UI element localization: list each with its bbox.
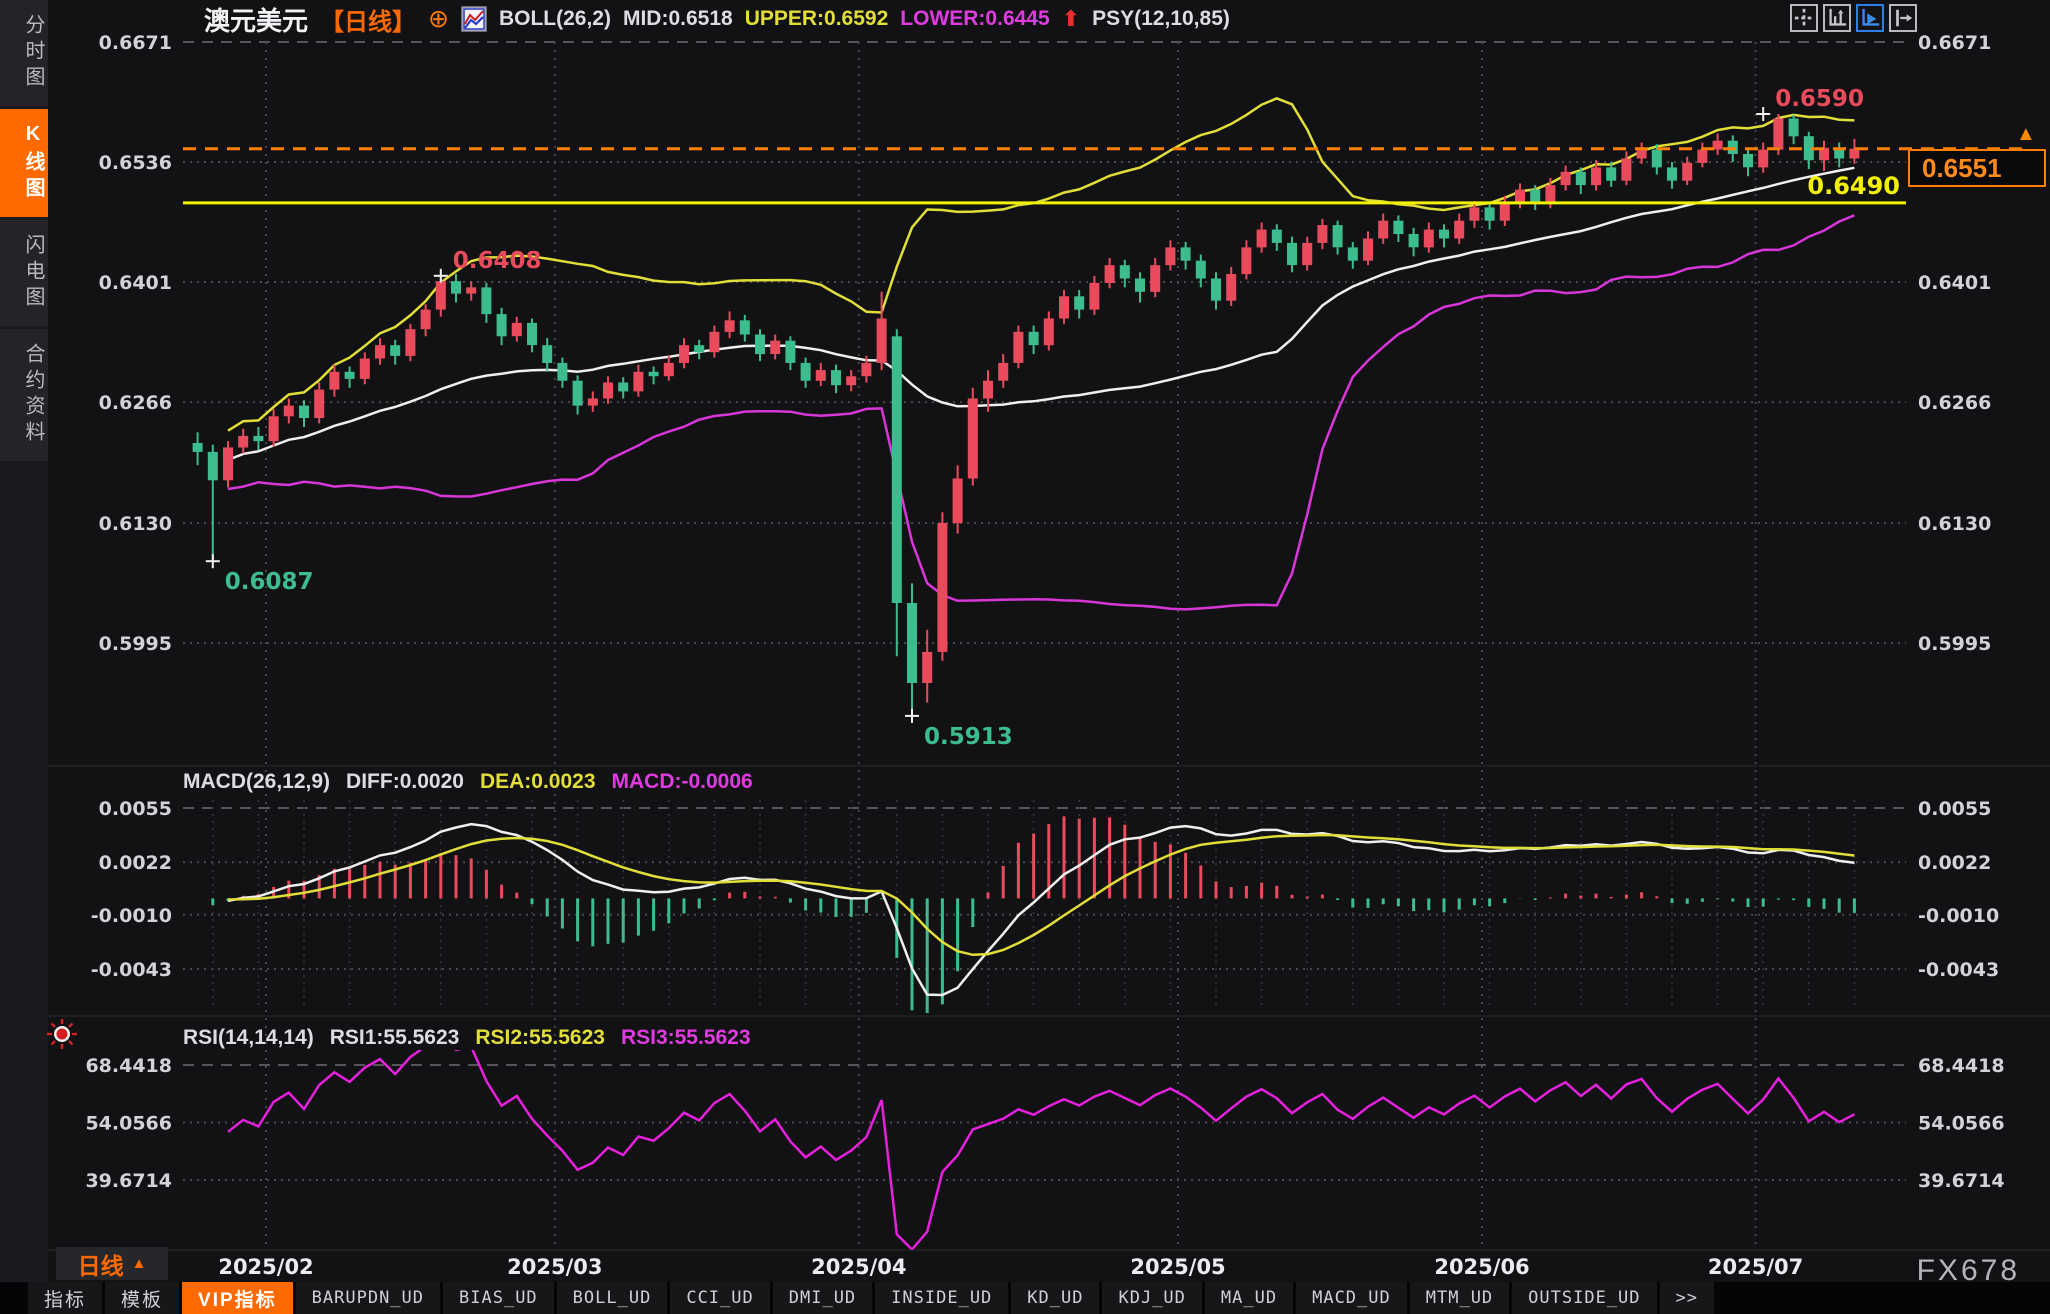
svg-text:2025/03: 2025/03 xyxy=(507,1255,602,1279)
chart-type-sidebar: 分时图K线图闪电图合约资料 xyxy=(0,0,48,1282)
period-selector-label: 日线 xyxy=(78,1247,124,1281)
svg-text:0.5913: 0.5913 xyxy=(924,724,1013,750)
tab-dmiud[interactable]: DMI_UD xyxy=(773,1282,875,1314)
tab-vip[interactable]: VIP指标 xyxy=(182,1282,296,1314)
rsi3-value: RSI3:55.5623 xyxy=(621,1026,751,1052)
svg-text:-0.0010: -0.0010 xyxy=(91,905,172,927)
tab-kdud[interactable]: KD_UD xyxy=(1011,1282,1102,1314)
svg-text:0.0022: 0.0022 xyxy=(1918,852,1991,874)
sidebar-item-3[interactable]: 闪电图 xyxy=(0,220,48,326)
macd-label: MACD(26,12,9) xyxy=(183,770,330,796)
tab-[interactable]: 指标 xyxy=(28,1282,105,1314)
svg-text:2025/07: 2025/07 xyxy=(1708,1255,1803,1279)
tab-[interactable]: >> xyxy=(1660,1282,1717,1314)
tab-bollud[interactable]: BOLL_UD xyxy=(557,1282,671,1314)
period-tag: 【日线】 xyxy=(320,2,416,37)
boll-label: BOLL(26,2) xyxy=(499,7,611,31)
sidebar-item-2[interactable]: K线图 xyxy=(0,109,48,217)
svg-text:0.6401: 0.6401 xyxy=(99,272,172,294)
pan-right-button[interactable] xyxy=(1889,4,1917,32)
svg-text:0.0022: 0.0022 xyxy=(99,852,172,874)
svg-text:2025/05: 2025/05 xyxy=(1130,1255,1225,1279)
svg-text:2025/06: 2025/06 xyxy=(1434,1255,1529,1279)
svg-text:0.6130: 0.6130 xyxy=(99,513,172,535)
tab-biasud[interactable]: BIAS_UD xyxy=(443,1282,557,1314)
rsi1-value: RSI1:55.5623 xyxy=(330,1026,460,1052)
boll-lower-value: LOWER:0.6445 xyxy=(900,7,1049,31)
svg-text:0.6130: 0.6130 xyxy=(1918,513,1991,535)
watermark: FX678 xyxy=(1917,1254,2020,1288)
svg-text:0.5995: 0.5995 xyxy=(99,633,172,655)
svg-text:54.0566: 54.0566 xyxy=(85,1113,172,1135)
period-selector-arrow-icon: ▲ xyxy=(132,1255,147,1272)
svg-text:0.6087: 0.6087 xyxy=(225,569,314,595)
psy-label: PSY(12,10,85) xyxy=(1092,7,1230,31)
tab-macdud[interactable]: MACD_UD xyxy=(1296,1282,1410,1314)
svg-text:39.6714: 39.6714 xyxy=(1918,1170,2005,1192)
macd-dea-value: DEA:0.0023 xyxy=(480,770,596,796)
sidebar-item-1[interactable]: 分时图 xyxy=(0,0,48,106)
rsi-pane-header: RSI(14,14,14) RSI1:55.5623 RSI2:55.5623 … xyxy=(183,1026,751,1052)
sidebar-item-4[interactable]: 合约资料 xyxy=(0,329,48,461)
svg-text:39.6714: 39.6714 xyxy=(85,1170,172,1192)
svg-text:68.4418: 68.4418 xyxy=(1918,1055,2005,1077)
svg-text:2025/02: 2025/02 xyxy=(218,1255,313,1279)
svg-text:2025/04: 2025/04 xyxy=(811,1255,906,1279)
price-up-arrow-icon: ⬆ xyxy=(1062,6,1080,32)
svg-text:0.6408: 0.6408 xyxy=(453,248,542,274)
axis-play-button[interactable] xyxy=(1856,4,1884,32)
svg-text:0.0055: 0.0055 xyxy=(1918,798,1991,820)
svg-text:0.6266: 0.6266 xyxy=(99,392,172,414)
last-price-box: 0.6551 xyxy=(1908,149,2046,187)
crosshair-toggle-icon[interactable]: ⊕ xyxy=(428,7,449,32)
period-selector-button[interactable]: 日线 ▲ xyxy=(56,1247,168,1280)
macd-pane-header: MACD(26,12,9) DIFF:0.0020 DEA:0.0023 MAC… xyxy=(183,770,753,796)
svg-text:54.0566: 54.0566 xyxy=(1918,1113,2005,1135)
axis-range-button[interactable] xyxy=(1823,4,1851,32)
boll-mid-value: MID:0.6518 xyxy=(623,7,733,31)
symbol-title: 澳元美元 xyxy=(204,1,308,38)
price-marker-arrow-icon: ▲ xyxy=(2016,124,2036,144)
indicator-tab-bar: 指标模板VIP指标BARUPDN_UDBIAS_UDBOLL_UDCCI_UDD… xyxy=(0,1282,2050,1314)
svg-text:0.6590: 0.6590 xyxy=(1775,86,1864,112)
tab-outsideud[interactable]: OUTSIDE_UD xyxy=(1512,1282,1659,1314)
tab-cciud[interactable]: CCI_UD xyxy=(670,1282,772,1314)
svg-text:0.6536: 0.6536 xyxy=(99,152,172,174)
tab-[interactable]: 模板 xyxy=(105,1282,182,1314)
tab-maud[interactable]: MA_UD xyxy=(1205,1282,1296,1314)
svg-text:0.6401: 0.6401 xyxy=(1918,272,1991,294)
last-price-value: 0.6551 xyxy=(1922,153,2002,184)
move-tool-button[interactable] xyxy=(1790,4,1818,32)
svg-text:0.0055: 0.0055 xyxy=(99,798,172,820)
chart-toolbar xyxy=(1790,4,1917,32)
tab-kdjud[interactable]: KDJ_UD xyxy=(1102,1282,1204,1314)
svg-text:68.4418: 68.4418 xyxy=(85,1055,172,1077)
mini-chart-icon[interactable] xyxy=(461,6,487,32)
macd-value: MACD:-0.0006 xyxy=(612,770,753,796)
chart-canvas[interactable]: 2025/02 2025/03 2025/04 2025/05 2025/06 2025/… xyxy=(0,0,2050,1314)
svg-text:-0.0043: -0.0043 xyxy=(1918,959,1999,981)
svg-text:-0.0043: -0.0043 xyxy=(91,959,172,981)
tab-barupdnud[interactable]: BARUPDN_UD xyxy=(296,1282,443,1314)
rsi2-value: RSI2:55.5623 xyxy=(475,1026,605,1052)
tab-insideud[interactable]: INSIDE_UD xyxy=(875,1282,1011,1314)
tab-bar-spacer xyxy=(0,1282,28,1314)
rsi-label: RSI(14,14,14) xyxy=(183,1026,314,1052)
boll-upper-value: UPPER:0.6592 xyxy=(745,7,889,31)
svg-text:0.6266: 0.6266 xyxy=(1918,392,1991,414)
trading-app-window: 2025/02 2025/03 2025/04 2025/05 2025/06 2025/… xyxy=(0,0,2050,1314)
tab-mtmud[interactable]: MTM_UD xyxy=(1410,1282,1512,1314)
svg-text:0.6490: 0.6490 xyxy=(1807,172,1900,200)
chart-header: 澳元美元 【日线】 ⊕ BOLL(26,2) MID:0.6518 UPPER:… xyxy=(48,0,2050,38)
svg-text:-0.0010: -0.0010 xyxy=(1918,905,1999,927)
macd-diff-value: DIFF:0.0020 xyxy=(346,770,464,796)
alert-sun-icon[interactable] xyxy=(46,1018,78,1055)
svg-text:0.5995: 0.5995 xyxy=(1918,633,1991,655)
